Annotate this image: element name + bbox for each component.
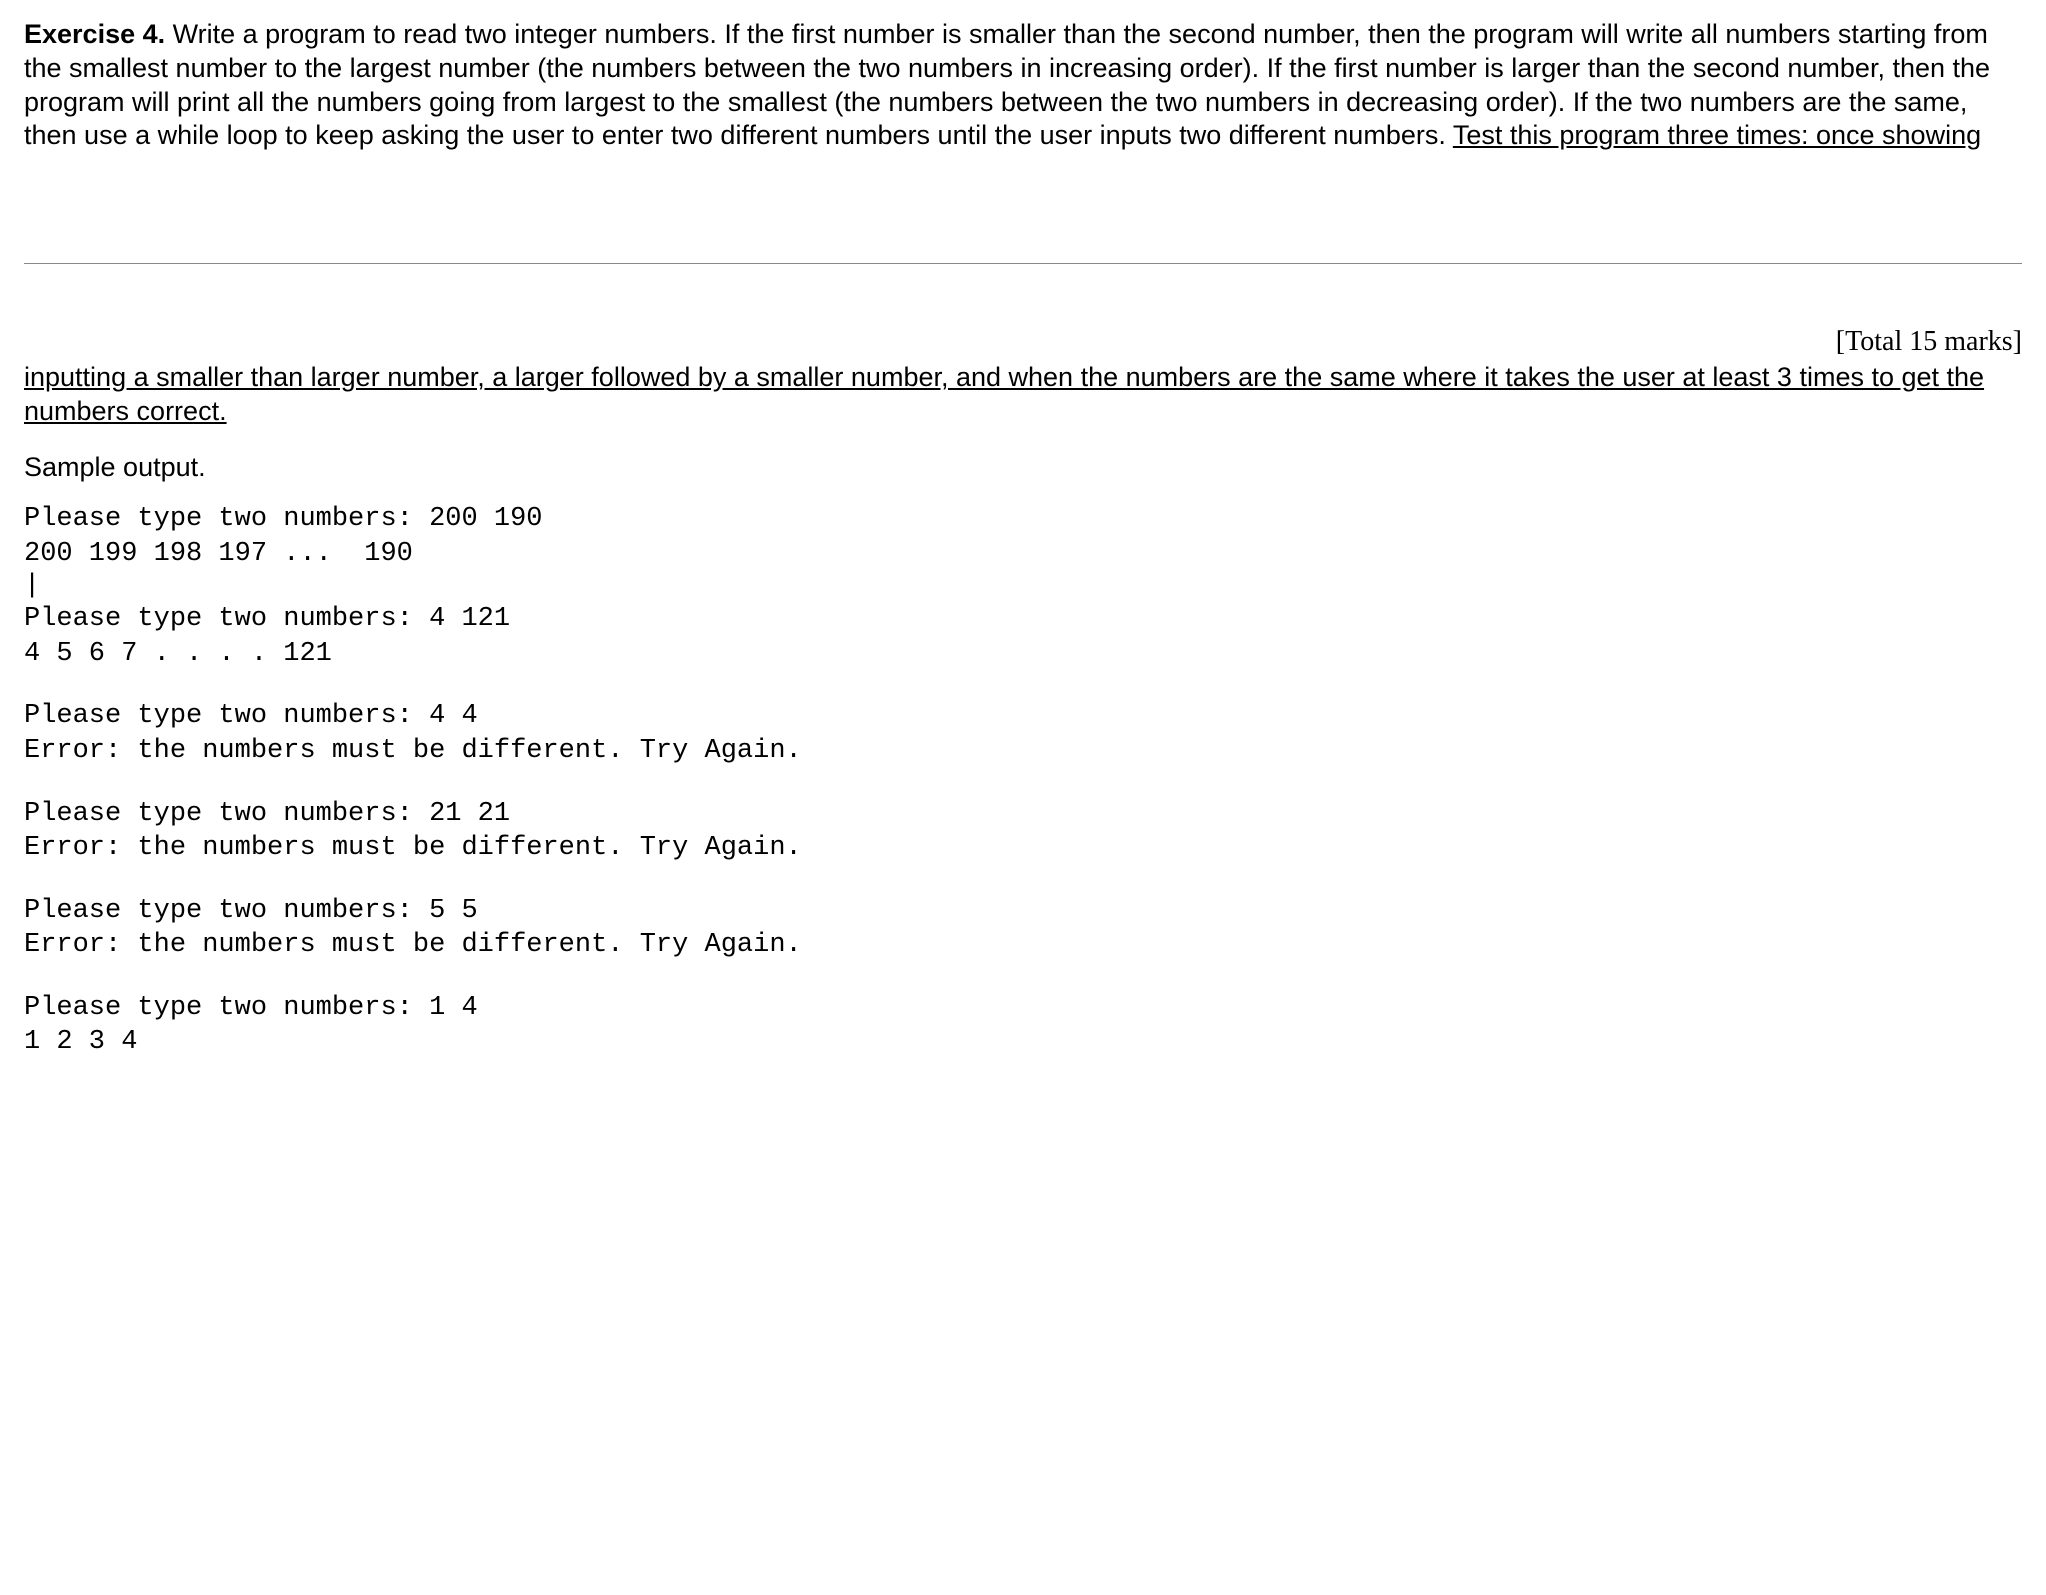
code-line: Please type two numbers: 1 4 [24,991,2022,1026]
sample-output-label: Sample output. [24,451,2022,485]
continuation-underlined: inputting a smaller than larger number, … [24,362,1984,426]
sample-run-6: Please type two numbers: 1 4 1 2 3 4 [24,991,2022,1060]
code-line: Error: the numbers must be different. Tr… [24,831,2022,866]
code-line: Error: the numbers must be different. Tr… [24,928,2022,963]
page-divider [24,263,2022,264]
total-marks: [Total 15 marks] [24,324,2022,359]
sample-run-5: Please type two numbers: 5 5 Error: the … [24,894,2022,963]
sample-run-1: Please type two numbers: 200 190 200 199… [24,502,2022,671]
exercise-paragraph: Exercise 4. Write a program to read two … [24,18,2022,153]
continuation-paragraph: inputting a smaller than larger number, … [24,361,2022,429]
text-cursor-icon: | [24,571,2022,602]
code-line: Please type two numbers: 200 190 [24,502,2022,537]
exercise-label: Exercise 4. [24,19,165,49]
code-line: 200 199 198 197 ... 190 [24,537,2022,572]
code-line: Please type two numbers: 5 5 [24,894,2022,929]
code-line: 1 2 3 4 [24,1025,2022,1060]
code-line: Error: the numbers must be different. Tr… [24,734,2022,769]
sample-run-4: Please type two numbers: 21 21 Error: th… [24,797,2022,866]
code-line: Please type two numbers: 4 121 [24,602,2022,637]
exercise-underlined-trail: Test this program three times: once show… [1453,120,1981,150]
code-line: Please type two numbers: 21 21 [24,797,2022,832]
sample-run-3: Please type two numbers: 4 4 Error: the … [24,699,2022,768]
code-line: 4 5 6 7 . . . . 121 [24,637,2022,672]
code-line: Please type two numbers: 4 4 [24,699,2022,734]
